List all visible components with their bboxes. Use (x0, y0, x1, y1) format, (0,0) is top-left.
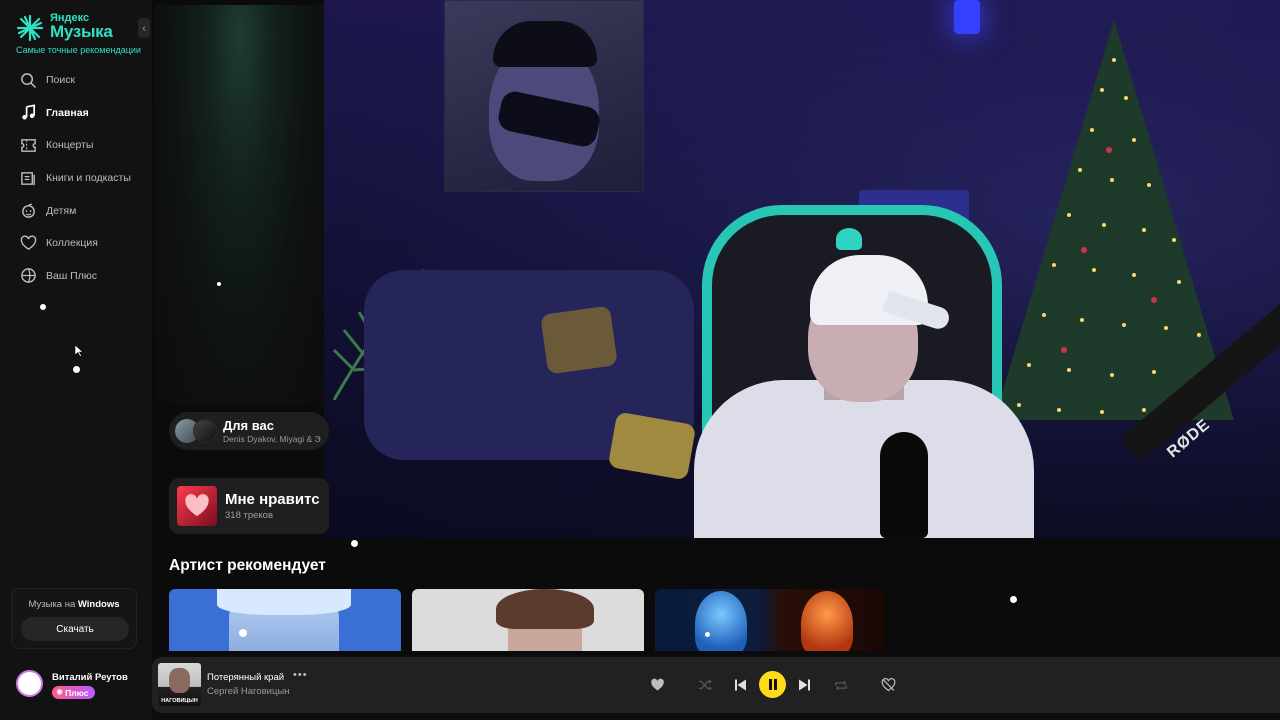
streamer-body (694, 380, 1034, 538)
shuffle-button[interactable] (696, 657, 714, 713)
webcam-overlay: RØDE (324, 0, 1280, 538)
download-promo-title: Музыка на Windows (12, 599, 136, 610)
heart-icon (20, 235, 37, 250)
artist-avatar (193, 419, 217, 443)
artist-recommends-title: Артист рекомендует (169, 557, 326, 574)
mouse-cursor-icon (75, 345, 84, 357)
hero-banner (155, 5, 325, 405)
liked-tracks-cover (177, 486, 217, 526)
decorative-dot (40, 304, 46, 310)
chair-emblem (836, 228, 862, 250)
heart-icon (185, 494, 209, 517)
repeat-icon (835, 680, 847, 690)
skip-next-icon (799, 679, 810, 691)
track-more-button[interactable]: ••• (293, 669, 308, 681)
liked-tracks-card[interactable]: Мне нравитс 318 треков (169, 478, 329, 534)
sidebar-item-books-podcasts[interactable]: Книги и подкасты (0, 162, 152, 195)
artist-recommendation-tile[interactable] (412, 589, 644, 651)
download-button[interactable]: Скачать (21, 617, 129, 641)
plus-badge-label: Плюс (65, 687, 89, 698)
dislike-icon (881, 678, 895, 692)
sidebar-item-concerts[interactable]: Концерты (0, 129, 152, 162)
logo[interactable]: Яндекс Музыка Самые точные рекомендации (16, 10, 144, 58)
liked-tracks-count: 318 треков (225, 510, 274, 521)
music-note-icon (22, 104, 36, 120)
sidebar-item-search[interactable]: Поиск (0, 64, 152, 97)
shuffle-icon (699, 679, 712, 691)
collapse-sidebar-button[interactable]: ‹ (138, 18, 150, 38)
liked-tracks-title: Мне нравитс (225, 491, 320, 508)
book-icon (21, 171, 35, 185)
for-you-subtitle: Denis Dyakov, Miyagi & Э (223, 434, 321, 444)
tile-artwork (801, 591, 853, 651)
app-window: Яндекс Музыка Самые точные рекомендации … (0, 0, 1280, 720)
decorative-dot (217, 282, 221, 286)
avatar[interactable]: 🐱 (16, 670, 43, 697)
player-bar: НАГОВИЦЫН Потерянный край ••• Сергей Наг… (152, 657, 1280, 713)
decorative-dot (351, 540, 358, 547)
now-playing-cover[interactable]: НАГОВИЦЫН (158, 663, 201, 706)
logo-tagline: Самые точные рекомендации (16, 45, 141, 55)
microphone (880, 432, 928, 538)
artist-recommendation-tile[interactable] (169, 589, 401, 651)
now-playing-title[interactable]: Потерянный край (207, 672, 284, 683)
sidebar-nav: Поиск Главная Концерты Книги и подкасты … (0, 64, 152, 292)
sidebar-item-home[interactable]: Главная (0, 97, 152, 130)
sidebar-item-kids[interactable]: Детям (0, 194, 152, 227)
decorative-dot (73, 366, 80, 373)
next-track-button[interactable] (795, 657, 813, 713)
for-you-card[interactable]: Для вас Denis Dyakov, Miyagi & Э (169, 412, 329, 450)
skip-previous-icon (735, 679, 746, 691)
repeat-button[interactable] (832, 657, 850, 713)
user-profile[interactable]: 🐱 Виталий Реутов ✺ Плюс (16, 670, 152, 702)
sidebar-item-label: Главная (46, 106, 89, 119)
cam-pillow (540, 305, 618, 375)
logo-brand-big: Музыка (50, 22, 113, 41)
search-icon (21, 72, 36, 88)
decorative-dot (705, 632, 710, 637)
like-button[interactable] (648, 657, 666, 713)
download-promo-prefix: Музыка на (28, 599, 76, 610)
sidebar-item-collection[interactable]: Коллекция (0, 227, 152, 260)
decorative-dot (1010, 596, 1017, 603)
cam-poster (444, 0, 644, 192)
pause-button[interactable] (759, 671, 786, 698)
sidebar-item-label: Коллекция (46, 237, 98, 250)
plus-badge[interactable]: ✺ Плюс (52, 686, 95, 699)
sidebar-item-label: Поиск (46, 74, 76, 87)
chevron-left-icon: ‹ (142, 22, 146, 34)
for-you-title: Для вас (223, 418, 274, 433)
download-app-promo: Музыка на Windows Скачать (11, 588, 137, 649)
cat-avatar-icon: 🐱 (22, 675, 37, 691)
sidebar-item-label: Ваш Плюс (46, 269, 97, 282)
sidebar: Яндекс Музыка Самые точные рекомендации … (0, 0, 152, 720)
tile-artwork (217, 589, 351, 615)
dislike-button[interactable] (879, 657, 897, 713)
cover-caption: НАГОВИЦЫН (161, 698, 198, 704)
now-playing-artist[interactable]: Сергей Наговицын (207, 686, 289, 697)
for-you-artist-avatars (175, 419, 221, 443)
cover-artwork (169, 668, 190, 693)
sidebar-item-your-plus[interactable]: Ваш Плюс (0, 260, 152, 293)
kids-icon (22, 203, 35, 218)
tile-artwork (695, 591, 747, 651)
plus-circle-icon (21, 268, 36, 284)
previous-track-button[interactable] (732, 657, 750, 713)
logo-star-icon (16, 14, 44, 42)
user-name: Виталий Реутов (52, 672, 128, 683)
sidebar-item-label: Концерты (46, 139, 94, 152)
pause-icon (768, 679, 777, 690)
plus-logo-icon: ✺ (56, 687, 64, 697)
artist-recommendation-tile[interactable] (655, 589, 885, 651)
sidebar-item-label: Детям (46, 204, 77, 217)
poster-cap (493, 21, 597, 67)
download-promo-platform: Windows (77, 599, 120, 610)
decorative-dot (239, 629, 247, 637)
sidebar-item-label: Книги и подкасты (46, 172, 131, 185)
ticket-icon (21, 139, 36, 152)
tile-artwork (496, 589, 594, 629)
heart-icon (650, 678, 664, 691)
cam-lamp (954, 0, 980, 34)
